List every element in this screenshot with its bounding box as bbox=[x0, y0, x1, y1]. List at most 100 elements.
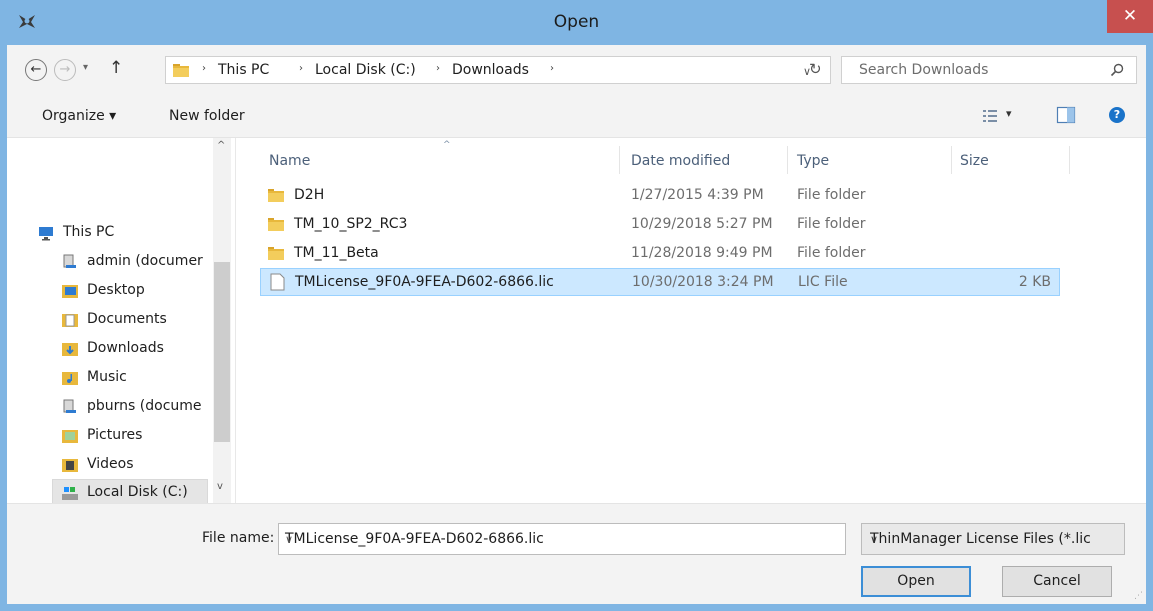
nav-scrollbar-thumb[interactable] bbox=[214, 262, 230, 442]
address-row: ← → ▾ ↑ › This PC › Local Disk (C:) › Do… bbox=[7, 45, 1146, 94]
window-title: Open bbox=[553, 12, 600, 32]
file-type: File folder bbox=[797, 245, 866, 261]
folder-icon bbox=[268, 189, 284, 202]
scroll-up-arrow[interactable]: ^ bbox=[217, 140, 225, 151]
file-type: File folder bbox=[797, 216, 866, 232]
view-dropdown-arrow: ▾ bbox=[1006, 107, 1012, 120]
file-type-filter[interactable]: ThinManager License Files (*.lic ∨ bbox=[861, 523, 1125, 555]
help-icon[interactable]: ? bbox=[1109, 107, 1125, 123]
file-name-area: File name: TMLicense_9F0A-9FEA-D602-6866… bbox=[7, 503, 1146, 604]
nav-item-admin-documents[interactable]: admin (documer bbox=[61, 249, 213, 276]
nav-item-label: Pictures bbox=[87, 427, 143, 443]
nav-item-downloads[interactable]: Downloads bbox=[61, 336, 213, 363]
new-folder-button[interactable]: New folder bbox=[169, 108, 245, 124]
file-date: 10/30/2018 3:24 PM bbox=[632, 274, 774, 290]
recent-locations-dropdown[interactable]: ▾ bbox=[83, 62, 88, 73]
nav-item-label: Documents bbox=[87, 311, 167, 327]
chevron-down-icon: ∨ bbox=[870, 533, 879, 546]
breadcrumb-downloads[interactable]: Downloads bbox=[452, 62, 529, 78]
search-icon[interactable] bbox=[1110, 63, 1124, 77]
chevron-down-icon[interactable]: ∨ bbox=[285, 533, 837, 546]
file-list[interactable]: ^ Name Date modified Type Size D2H 1/27/… bbox=[236, 138, 1146, 503]
nav-item-desktop[interactable]: Desktop bbox=[61, 278, 213, 305]
title-bar[interactable]: Open ✕ bbox=[0, 0, 1153, 45]
nav-item-pictures[interactable]: Pictures bbox=[61, 423, 213, 450]
breadcrumb-separator[interactable]: › bbox=[436, 63, 440, 74]
nav-scrollbar[interactable]: ^ v bbox=[213, 138, 231, 503]
nav-item-label: Local Disk (C:) bbox=[87, 484, 188, 500]
videos-folder-icon bbox=[62, 459, 78, 472]
nav-item-pburns-documents[interactable]: pburns (docume bbox=[61, 394, 213, 421]
breadcrumb-separator[interactable]: › bbox=[550, 63, 554, 74]
folder-icon bbox=[173, 64, 189, 77]
sort-ascending-icon: ^ bbox=[443, 140, 451, 150]
file-size: 2 KB bbox=[1018, 274, 1051, 290]
column-header-name[interactable]: Name bbox=[269, 153, 310, 169]
nav-item-music[interactable]: Music bbox=[61, 365, 213, 392]
file-row-license[interactable]: TMLicense_9F0A-9FEA-D602-6866.lic 10/30/… bbox=[260, 268, 1060, 296]
back-button[interactable]: ← bbox=[25, 59, 47, 81]
open-dialog: Open ✕ ← → ▾ ↑ › This PC › Local Disk (C… bbox=[0, 0, 1153, 611]
file-date: 10/29/2018 5:27 PM bbox=[631, 216, 773, 232]
close-button[interactable]: ✕ bbox=[1107, 0, 1153, 33]
preview-pane-icon[interactable] bbox=[1056, 105, 1076, 125]
breadcrumb-separator: › bbox=[202, 63, 206, 74]
file-name: TM_10_SP2_RC3 bbox=[294, 216, 408, 232]
network-share-icon bbox=[63, 254, 76, 268]
nav-item-label: Desktop bbox=[87, 282, 145, 298]
computer-icon bbox=[39, 227, 53, 241]
nav-item-label: Downloads bbox=[87, 340, 164, 356]
file-type: LIC File bbox=[798, 274, 848, 290]
refresh-button[interactable]: ↻ bbox=[809, 60, 822, 78]
breadcrumb-separator[interactable]: › bbox=[299, 63, 303, 74]
breadcrumb-local-disk[interactable]: Local Disk (C:) bbox=[315, 62, 416, 78]
network-share-icon bbox=[63, 399, 76, 413]
column-divider[interactable] bbox=[619, 146, 620, 174]
open-button[interactable]: Open bbox=[861, 566, 971, 597]
nav-item-label: admin (documer bbox=[87, 253, 203, 269]
file-date: 11/28/2018 9:49 PM bbox=[631, 245, 773, 261]
organize-button[interactable]: Organize ▾ bbox=[42, 108, 116, 124]
file-row-tm10[interactable]: TM_10_SP2_RC3 10/29/2018 5:27 PM File fo… bbox=[260, 211, 1060, 239]
column-divider[interactable] bbox=[951, 146, 952, 174]
file-name-label: File name: bbox=[202, 530, 275, 546]
dialog-client: ← → ▾ ↑ › This PC › Local Disk (C:) › Do… bbox=[7, 45, 1146, 604]
file-name: TM_11_Beta bbox=[294, 245, 379, 261]
nav-item-label: This PC bbox=[63, 224, 115, 240]
file-type: File folder bbox=[797, 187, 866, 203]
up-button[interactable]: ↑ bbox=[109, 58, 123, 78]
resize-grip[interactable]: ⋰ bbox=[1134, 591, 1143, 601]
pictures-folder-icon bbox=[62, 430, 78, 443]
file-icon bbox=[270, 273, 285, 291]
cancel-button[interactable]: Cancel bbox=[1002, 566, 1112, 597]
desktop-folder-icon bbox=[62, 285, 78, 298]
navigation-pane[interactable]: This PC admin (documer Desktop Documents… bbox=[7, 138, 235, 503]
search-input[interactable]: Search Downloads bbox=[841, 56, 1137, 84]
nav-item-videos[interactable]: Videos bbox=[61, 452, 213, 479]
file-name-input[interactable]: TMLicense_9F0A-9FEA-D602-6866.lic ∨ bbox=[278, 523, 846, 555]
folder-icon bbox=[268, 247, 284, 260]
file-row-d2h[interactable]: D2H 1/27/2015 4:39 PM File folder bbox=[260, 182, 1060, 210]
column-divider[interactable] bbox=[787, 146, 788, 174]
nav-item-documents[interactable]: Documents bbox=[61, 307, 213, 334]
address-bar[interactable]: › This PC › Local Disk (C:) › Downloads … bbox=[165, 56, 831, 84]
folder-icon bbox=[268, 218, 284, 231]
view-options-icon bbox=[983, 110, 997, 122]
column-header-size[interactable]: Size bbox=[960, 153, 989, 169]
file-date: 1/27/2015 4:39 PM bbox=[631, 187, 764, 203]
documents-folder-icon bbox=[62, 314, 78, 327]
breadcrumb-this-pc[interactable]: This PC bbox=[218, 62, 269, 78]
local-disk-icon bbox=[62, 487, 78, 500]
file-row-tm11[interactable]: TM_11_Beta 11/28/2018 9:49 PM File folde… bbox=[260, 240, 1060, 268]
forward-button[interactable]: → bbox=[54, 59, 76, 81]
nav-item-local-disk[interactable]: Local Disk (C:) bbox=[52, 479, 208, 503]
downloads-folder-icon bbox=[62, 343, 78, 356]
nav-item-this-pc[interactable]: This PC bbox=[37, 220, 213, 247]
music-folder-icon bbox=[62, 372, 78, 385]
column-header-type[interactable]: Type bbox=[797, 153, 829, 169]
file-name: D2H bbox=[294, 187, 325, 203]
scroll-down-arrow[interactable]: v bbox=[217, 481, 223, 492]
column-divider[interactable] bbox=[1069, 146, 1070, 174]
column-header-date[interactable]: Date modified bbox=[631, 153, 730, 169]
view-options-button[interactable]: ▾ bbox=[982, 105, 1020, 127]
